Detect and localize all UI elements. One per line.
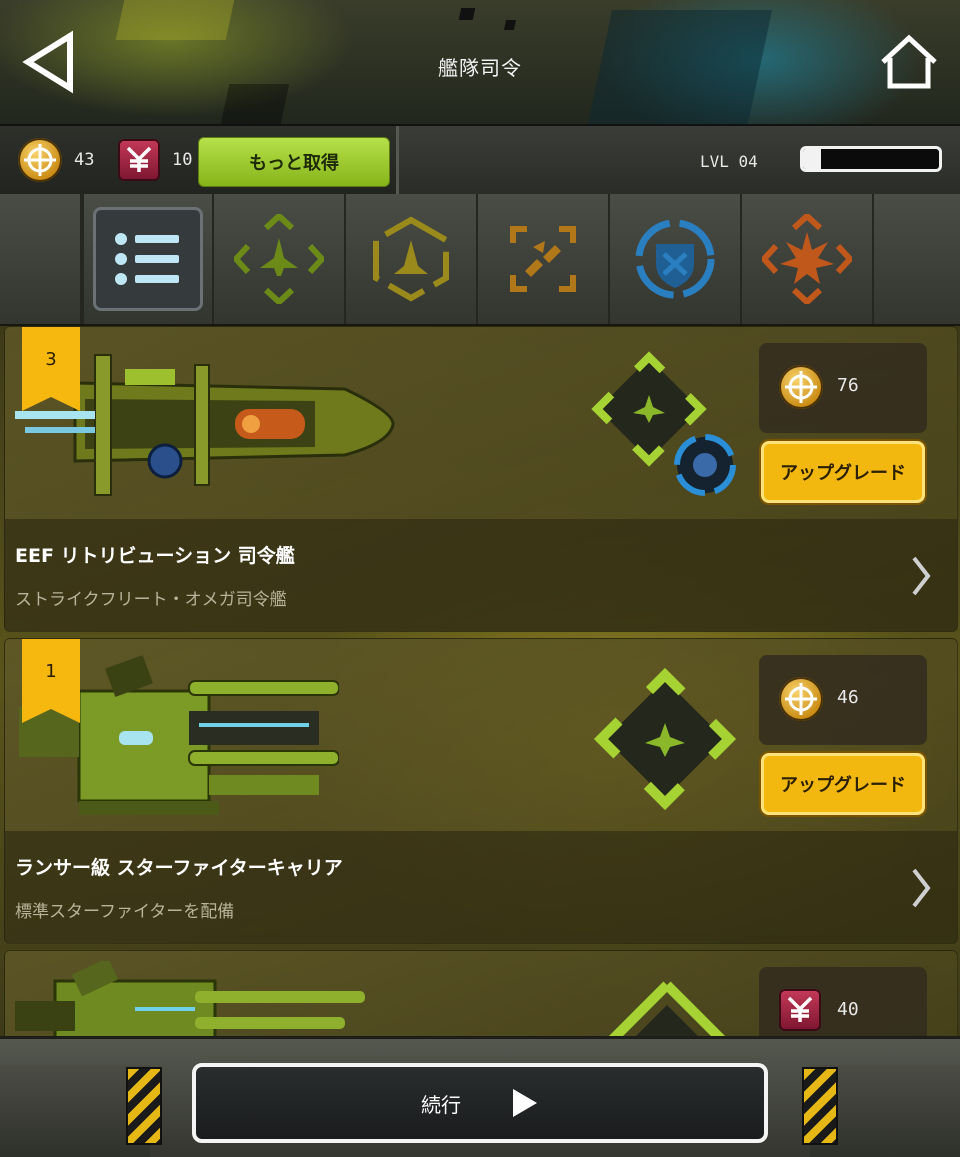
xp-progress-bar xyxy=(800,146,942,172)
continue-label: 続行 xyxy=(421,1092,461,1117)
play-icon xyxy=(513,1089,537,1117)
ship-card[interactable]: 3 76 アップグレード EEF リトリビューション 司令艦 ストライクフリート… xyxy=(4,326,958,632)
category-tabs xyxy=(0,194,960,327)
cost-amount: 76 xyxy=(837,375,859,396)
tab-all-list[interactable] xyxy=(82,194,214,324)
level-label: LVL 04 xyxy=(700,152,758,171)
rank-ribbon: 1 xyxy=(22,639,80,723)
top-header: 艦隊司令 xyxy=(0,0,960,124)
tab-fighters[interactable] xyxy=(214,194,346,324)
gold-amount: 43 xyxy=(74,150,95,170)
cost-box: 46 xyxy=(759,655,927,745)
cost-box: 76 xyxy=(759,343,927,433)
ship-image xyxy=(15,961,365,1036)
hazard-stripe-right xyxy=(802,1067,838,1145)
rank-number: 3 xyxy=(45,349,57,370)
tab-missiles[interactable] xyxy=(478,194,610,324)
upgrade-button[interactable]: アップグレード xyxy=(761,753,925,815)
tab-special[interactable] xyxy=(742,194,874,324)
bottom-bar: 続行 xyxy=(0,1036,960,1157)
get-more-button[interactable]: もっと取得 xyxy=(198,137,390,187)
chevron-right-icon[interactable] xyxy=(911,555,931,597)
fighter-slot-icon xyxy=(593,667,737,811)
hazard-stripe-left xyxy=(126,1067,162,1145)
xp-progress-fill xyxy=(803,149,821,169)
cost-amount: 40 xyxy=(837,999,859,1020)
cost-amount: 46 xyxy=(837,687,859,708)
ship-description: 標準スターファイターを配備 xyxy=(15,902,235,922)
shield-icon xyxy=(635,219,715,299)
premium-token-icon xyxy=(779,989,821,1031)
ship-description: ストライクフリート・オメガ司令艦 xyxy=(15,590,287,610)
frigate-icon xyxy=(373,216,449,302)
premium-amount: 10 xyxy=(172,150,193,170)
gold-coin-icon xyxy=(18,138,62,182)
fighter-slot-icon xyxy=(608,981,726,1036)
ship-list: 3 76 アップグレード EEF リトリビューション 司令艦 ストライクフリート… xyxy=(0,326,960,1036)
premium-token-icon xyxy=(118,139,160,181)
currency-panel: 43 10 もっと取得 xyxy=(0,126,399,194)
ship-name: EEF リトリビューション 司令艦 xyxy=(15,545,295,567)
rank-number: 1 xyxy=(45,661,57,682)
tab-empty xyxy=(874,194,960,324)
ship-card[interactable]: 1 46 アップグレード ランサー級 スターファイターキャリア 標準スターファイ… xyxy=(4,638,958,944)
gold-coin-icon xyxy=(779,677,823,721)
ship-card[interactable]: 40 xyxy=(4,950,958,1036)
chevron-right-icon[interactable] xyxy=(911,867,931,909)
missile-icon xyxy=(510,226,576,292)
home-icon xyxy=(881,34,937,89)
upgrade-button[interactable]: アップグレード xyxy=(761,441,925,503)
home-button[interactable] xyxy=(878,32,940,92)
cost-box: 40 xyxy=(759,967,927,1036)
list-icon xyxy=(115,233,179,285)
shield-slot-icon xyxy=(674,434,736,496)
tab-defense[interactable] xyxy=(610,194,742,324)
fighter-icon xyxy=(234,214,324,304)
tab-frigates[interactable] xyxy=(346,194,478,324)
currency-bar: 43 10 もっと取得 LVL 04 xyxy=(0,124,960,196)
gold-coin-icon xyxy=(779,365,823,409)
ship-name: ランサー級 スターファイターキャリア xyxy=(15,857,343,879)
continue-button[interactable]: 続行 xyxy=(192,1063,768,1143)
rank-ribbon: 3 xyxy=(22,327,80,411)
page-title: 艦隊司令 xyxy=(438,56,522,80)
burst-icon xyxy=(762,214,852,304)
tab-left-filler xyxy=(0,194,82,324)
